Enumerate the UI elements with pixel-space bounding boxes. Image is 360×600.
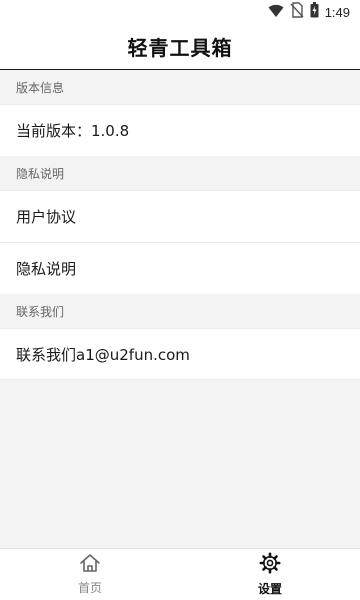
nav-label-home: 首页 xyxy=(77,581,102,595)
version-info-row: 当前版本：1.0.8 xyxy=(0,104,360,156)
user-agreement-row[interactable]: 用户协议 xyxy=(0,190,360,242)
gear-icon xyxy=(259,552,281,578)
privacy-policy-row[interactable]: 隐私说明 xyxy=(0,242,360,294)
status-bar: 1:49 xyxy=(0,0,360,24)
home-icon xyxy=(79,553,101,577)
nav-label-settings: 设置 xyxy=(257,582,282,596)
battery-icon xyxy=(310,2,319,22)
no-sim-icon xyxy=(290,2,304,22)
section-header-contact: 联系我们 xyxy=(0,294,360,328)
contact-us-row[interactable]: 联系我们a1@u2fun.com xyxy=(0,328,360,380)
nav-item-settings[interactable]: 设置 xyxy=(180,549,360,600)
app-header: 轻青工具箱 xyxy=(0,24,360,70)
section-header-privacy: 隐私说明 xyxy=(0,156,360,190)
bottom-nav: 首页 设置 xyxy=(0,548,360,600)
nav-item-home[interactable]: 首页 xyxy=(0,549,180,600)
status-time: 1:49 xyxy=(324,4,350,20)
section-header-version: 版本信息 xyxy=(0,70,360,104)
page-title: 轻青工具箱 xyxy=(127,36,233,60)
wifi-icon xyxy=(268,3,284,22)
status-icons: 1:49 xyxy=(268,2,350,22)
